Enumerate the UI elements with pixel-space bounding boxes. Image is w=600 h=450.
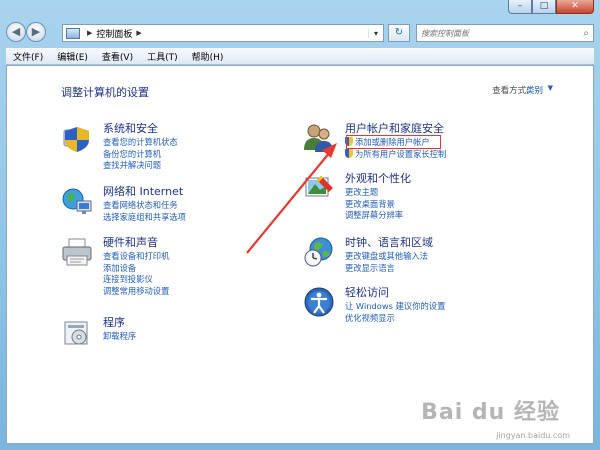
ease-of-access-icon bbox=[304, 287, 334, 317]
search-icon[interactable]: ⌕ bbox=[579, 28, 593, 39]
link-mobility-settings[interactable]: 调整常用移动设置 bbox=[103, 286, 169, 298]
link-screen-resolution[interactable]: 调整屏幕分辨率 bbox=[345, 210, 411, 222]
link-change-theme[interactable]: 更改主题 bbox=[345, 187, 411, 199]
close-button[interactable]: ✕ bbox=[556, 0, 594, 14]
back-button[interactable]: ◀ bbox=[6, 22, 26, 42]
maximize-button[interactable]: □ bbox=[532, 0, 556, 14]
navigation-bar: ◀ ▶ ▶ 控制面板 ▶ ▾ ↻ ⌕ bbox=[6, 22, 594, 44]
link-keyboard-input[interactable]: 更改键盘或其他输入法 bbox=[345, 251, 433, 263]
link-windows-suggest-settings[interactable]: 让 Windows 建议你的设置 bbox=[345, 301, 445, 313]
page-title: 调整计算机的设置 bbox=[61, 86, 149, 99]
link-parental-controls[interactable]: 为所有用户设置家长控制 bbox=[345, 148, 446, 161]
search-input[interactable] bbox=[417, 28, 579, 38]
link-devices-printers[interactable]: 查看设备和打印机 bbox=[103, 251, 169, 263]
link-backup-computer[interactable]: 备份您的计算机 bbox=[103, 149, 178, 161]
breadcrumb-separator[interactable]: ▶ bbox=[136, 29, 141, 37]
refresh-button[interactable]: ↻ bbox=[388, 24, 410, 42]
category-title[interactable]: 系统和安全 bbox=[103, 122, 178, 135]
link-add-device[interactable]: 添加设备 bbox=[103, 263, 169, 275]
breadcrumb-separator: ▶ bbox=[87, 29, 93, 37]
forward-button[interactable]: ▶ bbox=[26, 22, 46, 42]
uac-shield-icon bbox=[345, 148, 353, 158]
highlight-box bbox=[346, 135, 441, 149]
appearance-icon bbox=[305, 176, 333, 197]
link-optimize-video-display[interactable]: 优化视频显示 bbox=[345, 313, 445, 325]
menu-tools[interactable]: 工具(T) bbox=[140, 50, 185, 63]
link-view-computer-status[interactable]: 查看您的计算机状态 bbox=[103, 137, 178, 149]
globe-clock-icon bbox=[304, 237, 333, 267]
link-uninstall-program[interactable]: 卸载程序 bbox=[103, 331, 136, 343]
menu-view[interactable]: 查看(V) bbox=[95, 50, 140, 63]
category-title[interactable]: 外观和个性化 bbox=[345, 172, 411, 185]
menu-file[interactable]: 文件(F) bbox=[6, 50, 50, 63]
window-frame: – □ ✕ ◀ ▶ ▶ 控制面板 ▶ ▾ ↻ ⌕ 文件(F) 编辑(E) 查看(… bbox=[0, 0, 600, 450]
category-title[interactable]: 硬件和声音 bbox=[103, 236, 169, 249]
address-dropdown-icon[interactable]: ▾ bbox=[368, 28, 383, 38]
network-icon bbox=[62, 188, 92, 214]
menu-help[interactable]: 帮助(H) bbox=[185, 50, 231, 63]
search-box[interactable]: ⌕ bbox=[416, 24, 594, 42]
shield-icon bbox=[63, 127, 89, 152]
control-panel-content: 调整计算机的设置 查看方式: 类别 ▼ 系统和安全 查看您的计算机状态 备份您的… bbox=[6, 65, 594, 444]
link-display-language[interactable]: 更改显示语言 bbox=[345, 263, 433, 275]
category-title[interactable]: 用户帐户和家庭安全 bbox=[345, 122, 446, 135]
users-icon bbox=[304, 124, 333, 152]
category-title[interactable]: 程序 bbox=[103, 316, 136, 329]
view-by-label: 查看方式: bbox=[492, 86, 529, 96]
category-title[interactable]: 网络和 Internet bbox=[103, 185, 186, 198]
view-by-dropdown[interactable]: 类别 bbox=[526, 84, 543, 96]
control-panel-icon bbox=[66, 27, 80, 39]
breadcrumb-control-panel[interactable]: 控制面板 bbox=[96, 27, 132, 40]
link-homegroup-sharing[interactable]: 选择家庭组和共享选项 bbox=[103, 212, 186, 224]
minimize-button[interactable]: – bbox=[508, 0, 532, 14]
menu-bar: 文件(F) 编辑(E) 查看(V) 工具(T) 帮助(H) bbox=[6, 48, 594, 65]
link-network-status[interactable]: 查看网络状态和任务 bbox=[103, 200, 186, 212]
address-bar[interactable]: ▶ 控制面板 ▶ ▾ bbox=[62, 24, 384, 42]
programs-icon bbox=[64, 321, 88, 345]
caption-buttons: – □ ✕ bbox=[508, 0, 594, 14]
category-title[interactable]: 时钟、语言和区域 bbox=[345, 236, 433, 249]
view-by-arrow-icon[interactable]: ▼ bbox=[548, 84, 553, 92]
link-connect-projector[interactable]: 连接到投影仪 bbox=[103, 274, 169, 286]
menu-edit[interactable]: 编辑(E) bbox=[50, 50, 95, 63]
link-desktop-background[interactable]: 更改桌面背景 bbox=[345, 199, 411, 211]
printer-icon bbox=[62, 238, 92, 266]
watermark-url: jingyan.baidu.com bbox=[496, 431, 570, 440]
watermark: Bai du 经验 bbox=[421, 400, 560, 425]
link-troubleshoot[interactable]: 查找并解决问题 bbox=[103, 160, 178, 172]
category-title[interactable]: 轻松访问 bbox=[345, 286, 445, 299]
